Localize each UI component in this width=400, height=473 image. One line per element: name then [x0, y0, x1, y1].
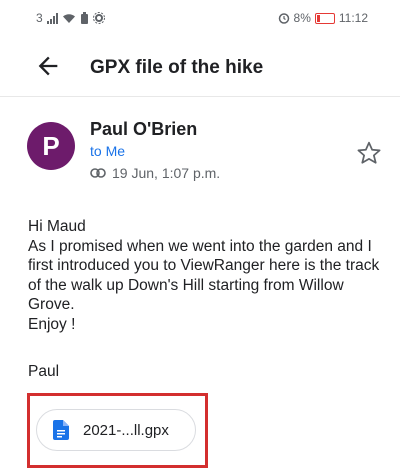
avatar-letter: P: [42, 130, 60, 161]
status-bar: 3 8% 11:12: [0, 0, 400, 36]
body-line: Enjoy !: [28, 315, 76, 333]
attachment-filename: 2021-...ll.gpx: [83, 421, 169, 439]
arrow-left-icon[interactable]: [34, 52, 62, 80]
email-subject: GPX file of the hike: [90, 57, 264, 78]
document-icon: [53, 420, 69, 440]
signature: Paul: [28, 363, 60, 380]
battery-saver-icon: [80, 12, 88, 24]
settings-gear-icon: [92, 12, 105, 24]
wifi-icon: [62, 13, 75, 23]
attachment-chip[interactable]: 2021-...ll.gpx: [36, 409, 196, 451]
status-left: 3: [36, 11, 105, 25]
battery-icon: [314, 12, 335, 24]
clock: 11:12: [338, 11, 368, 25]
date-text: 19 Jun, 1:07 p.m.: [112, 165, 221, 181]
alarm-icon: [278, 13, 289, 24]
body-line: As I promised when we went into the gard…: [28, 237, 380, 314]
app-bar: GPX file of the hike: [0, 40, 400, 97]
sent-date: 19 Jun, 1:07 p.m.: [90, 165, 220, 181]
link-icon: [90, 168, 106, 178]
star-icon[interactable]: [356, 140, 382, 166]
message-body: Hi Maud As I promised when we went into …: [28, 217, 388, 334]
status-right: 8% 11:12: [278, 11, 368, 25]
body-line: Hi Maud: [28, 218, 86, 235]
recipient-label[interactable]: to Me: [90, 143, 125, 159]
avatar[interactable]: P: [27, 122, 75, 170]
signal-icon: [46, 12, 58, 24]
sim-label: 3: [36, 11, 43, 25]
sender-name[interactable]: Paul O'Brien: [90, 119, 197, 140]
battery-percent: 8%: [293, 11, 311, 25]
